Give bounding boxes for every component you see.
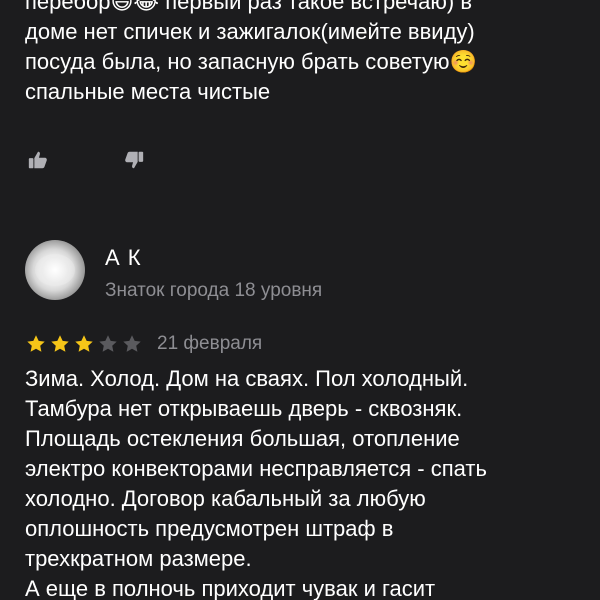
star-filled-icon — [49, 333, 71, 355]
like-button[interactable] — [26, 148, 50, 172]
review-author: А К Знаток города 18 уровня — [25, 240, 580, 304]
dislike-button[interactable] — [122, 148, 146, 172]
star-filled-icon — [25, 333, 47, 355]
star-empty-icon — [121, 333, 143, 355]
star-rating — [25, 333, 143, 355]
star-filled-icon — [73, 333, 95, 355]
review-card: А К Знаток города 18 уровня 21 февраля З… — [25, 240, 580, 600]
author-level: Знаток города 18 уровня — [105, 280, 323, 301]
avatar[interactable] — [25, 240, 85, 300]
review-text: Зима. Холод. Дом на сваях. Пол холодный.… — [25, 366, 487, 600]
reviews-screen: перебор😃😂 первый раз такое встречаю) в д… — [0, 0, 600, 600]
star-empty-icon — [97, 333, 119, 355]
review-date: 21 февраля — [157, 333, 263, 354]
previous-review-text: перебор😃😂 первый раз такое встречаю) в д… — [25, 0, 477, 104]
thumbs-up-icon — [28, 151, 47, 169]
previous-review-reactions — [26, 148, 146, 172]
thumbs-down-icon — [125, 151, 144, 169]
author-info: А К Знаток города 18 уровня — [105, 244, 322, 304]
rating-row: 21 февраля — [25, 332, 580, 356]
author-name[interactable]: А К — [105, 244, 322, 272]
previous-review: перебор😃😂 первый раз такое встречаю) в д… — [25, 0, 570, 107]
